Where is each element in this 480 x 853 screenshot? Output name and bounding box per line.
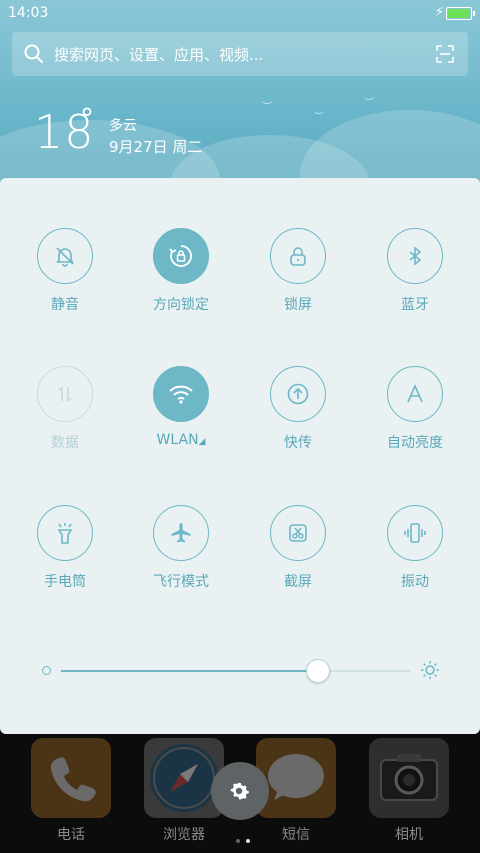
toggle-label: 飞行模式 — [153, 574, 209, 590]
toggle-label: 振动 — [401, 574, 429, 590]
screenshot-icon — [270, 505, 326, 561]
toggle-mute[interactable]: 静音 — [15, 228, 115, 314]
airplane-icon — [153, 505, 209, 561]
bird-icon: ︶ — [314, 112, 324, 123]
rotation-lock-icon — [153, 228, 209, 284]
bird-icon: ︶ — [364, 98, 374, 109]
toggle-screenshot[interactable]: 截屏 — [248, 505, 348, 591]
charging-icon: ⚡ — [434, 5, 444, 20]
toggle-lock-screen[interactable]: 锁屏 — [248, 228, 348, 314]
toggle-label: 锁屏 — [284, 297, 312, 313]
app-label: 相机 — [395, 827, 423, 843]
toggle-label: 自动亮度 — [387, 435, 443, 451]
toggle-airplane-mode[interactable]: 飞行模式 — [131, 505, 231, 591]
phone-icon — [31, 738, 111, 818]
browser-icon — [144, 738, 224, 818]
toggle-label: 方向锁定 — [153, 297, 209, 313]
weather-date: 9月27日 周二 — [109, 138, 203, 156]
status-bar: 14:03 ⚡ — [0, 0, 480, 28]
battery-icon — [446, 7, 475, 20]
gear-icon — [230, 782, 249, 800]
search-icon — [24, 44, 43, 63]
search-placeholder: 搜索网页、设置、应用、视频... — [54, 46, 264, 64]
toggle-label: 快传 — [284, 435, 312, 451]
scan-icon[interactable] — [436, 45, 454, 63]
expand-arrow-icon: ◢ — [198, 437, 206, 447]
brightness-fill — [61, 670, 317, 672]
app-label: 短信 — [282, 827, 310, 843]
page-dot — [236, 839, 240, 843]
page-indicator — [233, 828, 253, 847]
app-camera[interactable]: 相机 — [369, 738, 449, 844]
bell-off-icon — [37, 228, 93, 284]
bluetooth-icon — [387, 228, 443, 284]
toggle-label: 截屏 — [284, 574, 312, 590]
brightness-min-icon — [42, 666, 51, 675]
page-dot-active — [246, 839, 250, 843]
toggle-mobile-data[interactable]: 数据 — [15, 366, 115, 452]
toggle-vibrate[interactable]: 振动 — [365, 505, 465, 591]
mobile-data-icon — [37, 366, 93, 422]
toggle-label: 手电筒 — [44, 574, 86, 590]
vibrate-icon — [387, 505, 443, 561]
brightness-max-icon — [421, 661, 439, 679]
messages-icon — [256, 738, 336, 818]
weather-condition: 多云 — [109, 118, 137, 134]
wifi-icon — [153, 366, 209, 422]
toggle-bluetooth[interactable]: 蓝牙 — [365, 228, 465, 314]
toggle-quick-transfer[interactable]: 快传 — [248, 366, 348, 452]
toggle-auto-brightness[interactable]: 自动亮度 — [365, 366, 465, 452]
app-label: 浏览器 — [163, 827, 205, 843]
brightness-slider[interactable] — [61, 659, 411, 683]
flashlight-icon — [37, 505, 93, 561]
toggle-label: WLAN◢ — [156, 432, 206, 448]
toggle-label: 数据 — [51, 435, 79, 451]
brightness-thumb[interactable] — [305, 659, 330, 683]
app-label: 电话 — [57, 827, 85, 843]
settings-button[interactable] — [211, 762, 269, 820]
camera-icon — [369, 738, 449, 818]
toggle-flashlight[interactable]: 手电筒 — [15, 505, 115, 591]
search-bar[interactable]: 搜索网页、设置、应用、视频... — [12, 32, 468, 76]
clock: 14:03 — [8, 5, 49, 21]
toggle-label: 蓝牙 — [401, 297, 429, 313]
degree-symbol: ° — [80, 102, 94, 135]
auto-brightness-icon — [387, 366, 443, 422]
toggle-rotation-lock[interactable]: 方向锁定 — [131, 228, 231, 314]
app-phone[interactable]: 电话 — [31, 738, 111, 844]
lock-icon — [270, 228, 326, 284]
transfer-icon — [270, 366, 326, 422]
bird-icon: ︶ — [262, 102, 272, 113]
toggle-wlan[interactable]: WLAN◢ — [131, 366, 231, 448]
toggle-label: 静音 — [51, 297, 79, 313]
